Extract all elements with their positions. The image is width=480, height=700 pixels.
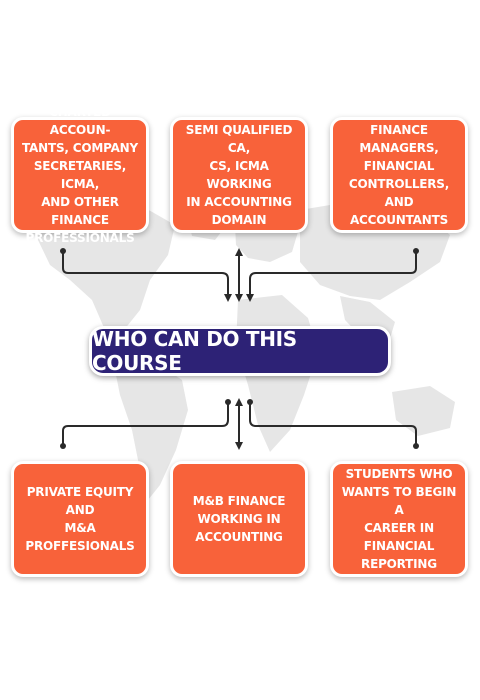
audience-box-finance-managers: FINANCE MANAGERS, FINANCIAL CONTROLLERS,… [330, 117, 468, 233]
arrow-up-icon [235, 398, 243, 406]
audience-box-label: M&B FINANCE WORKING IN ACCOUNTING [192, 494, 286, 544]
audience-box-label: FINANCE MANAGERS, FINANCIAL CONTROLLERS,… [348, 123, 450, 227]
arrow-down-icon [235, 294, 243, 302]
audience-box-semi-qualified: SEMI QUALIFIED CA, CS, ICMA WORKING IN A… [170, 117, 308, 233]
audience-box-label: SEMI QUALIFIED CA, CS, ICMA WORKING IN A… [185, 123, 293, 227]
connector-dot [247, 399, 253, 405]
audience-box-charted-accountants: CHARTED ACCOUN- TANTS, COMPANY SECRETARI… [11, 105, 149, 245]
center-title-pill: WHO CAN DO THIS COURSE [89, 326, 391, 376]
connector-dot [60, 248, 66, 254]
audience-box-private-equity: PRIVATE EQUITY AND M&A PROFFESIONALS [11, 461, 149, 577]
audience-box-students: STUDENTS WHO WANTS TO BEGIN A CAREER IN … [330, 461, 468, 577]
connector-top-left [62, 251, 229, 297]
center-title: WHO CAN DO THIS COURSE [92, 327, 297, 375]
arrow-down-icon [235, 442, 243, 450]
arrow-down-icon [246, 294, 254, 302]
audience-box-label: CHARTED ACCOUN- TANTS, COMPANY SECRETARI… [21, 105, 138, 245]
arrow-up-icon [235, 248, 243, 256]
connector-bottom-right [249, 401, 417, 447]
connector-dot [413, 248, 419, 254]
connector-dot [60, 443, 66, 449]
connector-dot [225, 399, 231, 405]
connector-top-right [249, 251, 417, 297]
arrow-down-icon [224, 294, 232, 302]
audience-box-label: STUDENTS WHO WANTS TO BEGIN A CAREER IN … [341, 467, 457, 571]
audience-box-label: PRIVATE EQUITY AND M&A PROFFESIONALS [25, 485, 135, 553]
connector-bottom-left [62, 401, 229, 447]
audience-box-mb-finance: M&B FINANCE WORKING IN ACCOUNTING [170, 461, 308, 577]
connector-dot [413, 443, 419, 449]
